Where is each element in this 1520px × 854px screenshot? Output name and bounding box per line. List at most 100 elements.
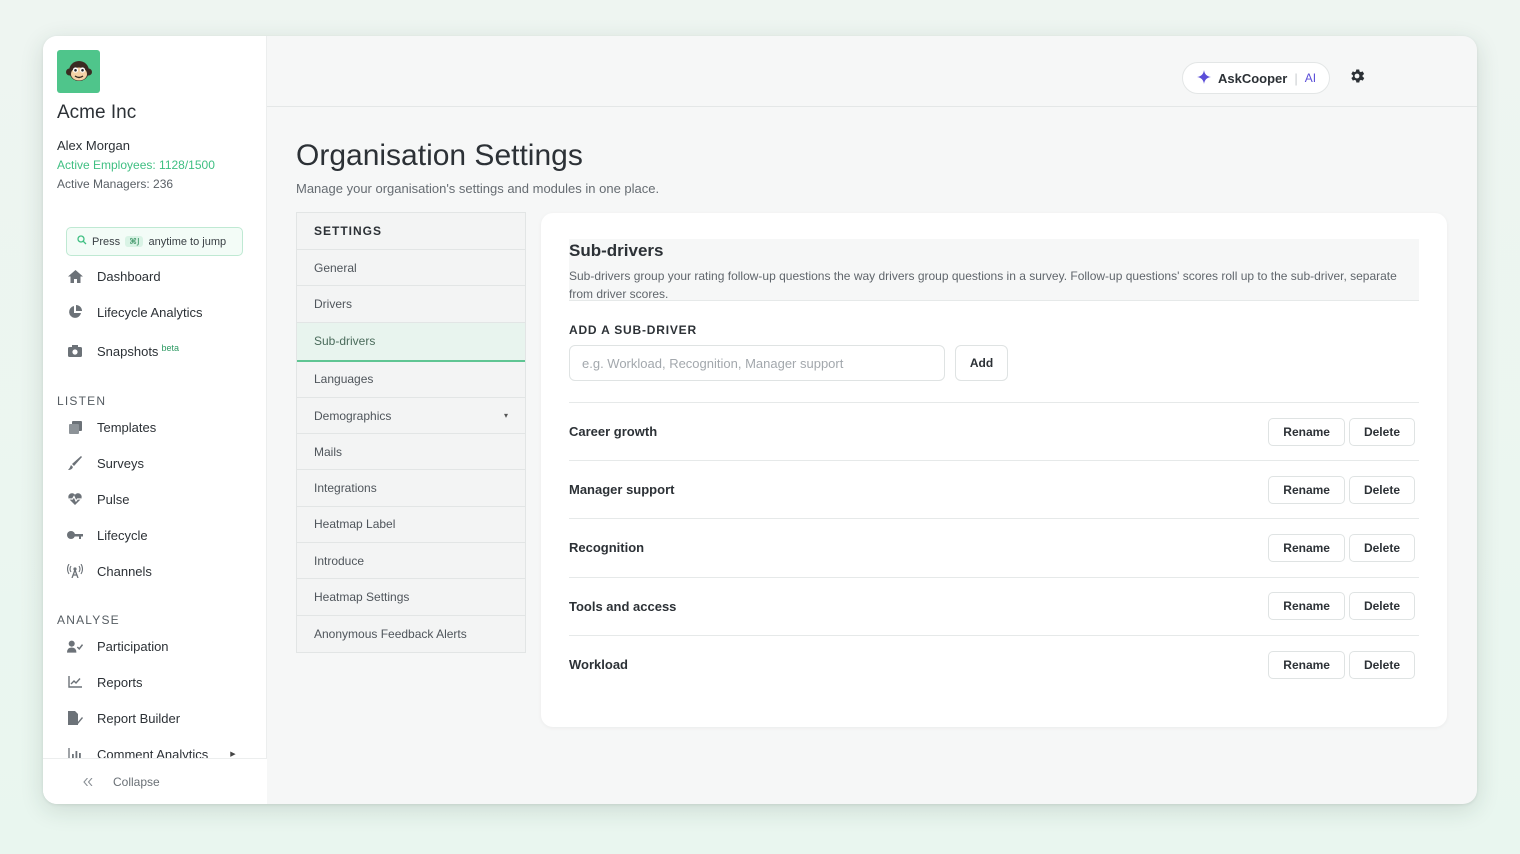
ask-cooper-button[interactable]: AskCooper | AI bbox=[1182, 62, 1330, 94]
settings-item-heatmap-settings[interactable]: Heatmap Settings bbox=[297, 579, 525, 616]
sub-driver-name-input[interactable] bbox=[569, 345, 945, 381]
settings-item-label: Integrations bbox=[314, 481, 377, 496]
settings-item-label: Drivers bbox=[314, 296, 352, 311]
heart-pulse-icon bbox=[67, 491, 83, 507]
settings-item-integrations[interactable]: Integrations bbox=[297, 470, 525, 507]
sidebar-item-label: Templates bbox=[97, 419, 157, 435]
section-label-listen: LISTEN bbox=[57, 394, 107, 408]
gear-icon[interactable] bbox=[1348, 67, 1368, 87]
sidebar-item-lifecycle[interactable]: Lifecycle bbox=[67, 525, 148, 545]
jump-press-text: Press bbox=[92, 235, 121, 248]
user-name: Alex Morgan bbox=[57, 138, 130, 153]
settings-item-sub-drivers[interactable]: Sub-drivers bbox=[297, 322, 525, 362]
settings-nav-heading: SETTINGS bbox=[297, 213, 525, 250]
camera-icon bbox=[67, 343, 83, 359]
pie-chart-icon bbox=[67, 304, 83, 320]
sidebar-item-snapshots[interactable]: Snapshots beta bbox=[67, 341, 179, 361]
section-label-analyse: ANALYSE bbox=[57, 613, 120, 627]
sidebar-item-label: Reports bbox=[97, 674, 143, 690]
sidebar-item-surveys[interactable]: Surveys bbox=[67, 453, 144, 473]
card-header: Sub-drivers Sub-drivers group your ratin… bbox=[569, 239, 1419, 301]
sidebar-item-channels[interactable]: Channels bbox=[67, 561, 152, 581]
sidebar-item-label: Pulse bbox=[97, 491, 130, 507]
sidebar-item-label: Channels bbox=[97, 563, 152, 579]
rename-button[interactable]: Rename bbox=[1268, 533, 1345, 562]
list-item: Recognition Rename Delete bbox=[569, 519, 1419, 578]
sidebar-item-label: Report Builder bbox=[97, 710, 181, 726]
collapse-sidebar-button[interactable]: Collapse bbox=[43, 758, 267, 804]
settings-item-heatmap-label[interactable]: Heatmap Label bbox=[297, 507, 525, 544]
settings-item-mails[interactable]: Mails bbox=[297, 434, 525, 471]
active-managers: Active Managers: 236 bbox=[57, 177, 174, 191]
copy-icon bbox=[67, 419, 83, 435]
sidebar-item-report-builder[interactable]: Report Builder bbox=[67, 708, 180, 728]
page-title: Organisation Settings bbox=[296, 139, 583, 172]
settings-item-demographics[interactable]: Demographics ▾ bbox=[297, 398, 525, 435]
sub-driver-name: Workload bbox=[569, 657, 628, 673]
shortcut-key: ⌘J bbox=[125, 236, 144, 247]
jump-suffix-text: anytime to jump bbox=[148, 235, 227, 248]
settings-item-label: Anonymous Feedback Alerts bbox=[314, 626, 467, 641]
key-icon bbox=[67, 527, 83, 543]
rename-button[interactable]: Rename bbox=[1268, 417, 1345, 446]
sparkle-icon bbox=[1197, 69, 1211, 87]
delete-button[interactable]: Delete bbox=[1348, 475, 1415, 504]
settings-item-label: Introduce bbox=[314, 553, 365, 568]
sidebar-item-label: Lifecycle Analytics bbox=[97, 304, 203, 320]
settings-item-anonymous-feedback-alerts[interactable]: Anonymous Feedback Alerts bbox=[297, 616, 525, 652]
quick-jump-button[interactable]: Press ⌘J anytime to jump bbox=[66, 227, 243, 256]
app-window: Acme Inc Alex Morgan Active Employees: 1… bbox=[43, 36, 1477, 804]
sidebar: Acme Inc Alex Morgan Active Employees: 1… bbox=[43, 36, 267, 804]
list-item: Tools and access Rename Delete bbox=[569, 578, 1419, 636]
sidebar-item-label: Participation bbox=[97, 638, 169, 654]
line-chart-icon bbox=[67, 674, 83, 690]
settings-item-languages[interactable]: Languages bbox=[297, 362, 525, 398]
file-edit-icon bbox=[67, 710, 83, 726]
settings-nav: SETTINGS General Drivers Sub-drivers Lan… bbox=[296, 212, 526, 653]
settings-item-label: Heatmap Settings bbox=[314, 590, 410, 605]
user-check-icon bbox=[67, 638, 83, 654]
sidebar-item-reports[interactable]: Reports bbox=[67, 672, 143, 692]
sidebar-item-templates[interactable]: Templates bbox=[67, 417, 156, 437]
settings-item-introduce[interactable]: Introduce bbox=[297, 543, 525, 580]
sidebar-item-participation[interactable]: Participation bbox=[67, 636, 169, 656]
active-employees: Active Employees: 1128/1500 bbox=[57, 158, 215, 172]
home-icon bbox=[67, 268, 83, 284]
delete-button[interactable]: Delete bbox=[1348, 650, 1415, 679]
delete-button[interactable]: Delete bbox=[1348, 417, 1415, 446]
ai-label: AI bbox=[1304, 71, 1317, 85]
sidebar-item-label: Lifecycle bbox=[97, 527, 148, 543]
card-title: Sub-drivers bbox=[569, 241, 664, 260]
sub-driver-name: Tools and access bbox=[569, 598, 677, 614]
beta-badge: beta bbox=[161, 342, 179, 353]
sidebar-item-lifecycle-analytics[interactable]: Lifecycle Analytics bbox=[67, 302, 203, 322]
org-name: Acme Inc bbox=[57, 102, 137, 123]
sub-driver-name: Recognition bbox=[569, 540, 645, 556]
sidebar-item-label: Snapshots bbox=[97, 343, 159, 359]
brush-icon bbox=[67, 455, 83, 471]
settings-item-label: Sub-drivers bbox=[314, 334, 376, 349]
delete-button[interactable]: Delete bbox=[1348, 533, 1415, 562]
ask-cooper-label: AskCooper bbox=[1218, 70, 1288, 86]
add-sub-driver-button[interactable]: Add bbox=[955, 345, 1008, 381]
sub-drivers-card: Sub-drivers Sub-drivers group your ratin… bbox=[541, 213, 1447, 727]
sidebar-item-pulse[interactable]: Pulse bbox=[67, 489, 130, 509]
rename-button[interactable]: Rename bbox=[1268, 592, 1345, 621]
delete-button[interactable]: Delete bbox=[1348, 592, 1415, 621]
rename-button[interactable]: Rename bbox=[1268, 650, 1345, 679]
main-content: AskCooper | AI AM Organisation Settings … bbox=[267, 36, 1477, 804]
settings-item-general[interactable]: General bbox=[297, 250, 525, 287]
sidebar-item-label: Surveys bbox=[97, 455, 144, 471]
settings-item-label: Heatmap Label bbox=[314, 517, 396, 532]
search-icon bbox=[77, 235, 87, 248]
sub-driver-name: Manager support bbox=[569, 482, 675, 498]
settings-item-label: Languages bbox=[314, 372, 374, 387]
list-item: Workload Rename Delete bbox=[569, 636, 1419, 694]
rename-button[interactable]: Rename bbox=[1268, 475, 1345, 504]
settings-item-drivers[interactable]: Drivers bbox=[297, 286, 525, 323]
settings-item-label: Mails bbox=[314, 444, 343, 459]
broadcast-icon bbox=[67, 563, 83, 579]
sidebar-item-dashboard[interactable]: Dashboard bbox=[67, 266, 161, 286]
monkey-logo-icon[interactable] bbox=[57, 50, 100, 93]
double-chevron-left-icon bbox=[83, 775, 93, 789]
